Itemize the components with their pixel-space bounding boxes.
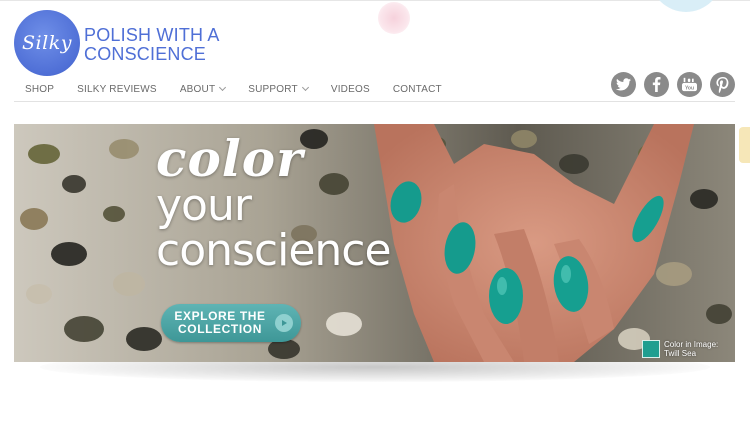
top-divider [0, 0, 750, 1]
color-swatch-caption: Color in Image: Twill Sea [642, 340, 718, 358]
cta-line-2: COLLECTION [178, 322, 262, 336]
play-icon [275, 314, 293, 332]
chevron-down-icon [301, 83, 309, 92]
social-links: You [611, 72, 735, 97]
cta-label: EXPLORE THE COLLECTION [165, 310, 275, 336]
nav-item-contact[interactable]: CONTACT [393, 84, 442, 95]
chevron-down-icon [219, 83, 227, 92]
hero-banner[interactable]: color your conscience EXPLORE THE COLLEC… [14, 124, 735, 362]
twitter-icon[interactable] [611, 72, 636, 97]
nav-item-label: SILKY REVIEWS [77, 83, 157, 95]
youtube-icon[interactable]: You [677, 72, 702, 97]
swatch-label-line-1: Color in Image: [664, 340, 719, 349]
nav-item-label: VIDEOS [330, 83, 370, 95]
facebook-icon[interactable] [644, 72, 669, 97]
side-tab[interactable] [739, 127, 750, 163]
nav-item-silky-reviews[interactable]: SILKY REVIEWS [77, 84, 157, 95]
hero-image [14, 124, 735, 362]
tagline-line-1: POLISH WITH A [84, 25, 220, 45]
tagline: POLISH WITH A CONSCIENCE [84, 26, 220, 64]
logo-text: Silky [22, 32, 72, 54]
nav-item-support[interactable]: SUPPORT [248, 83, 309, 95]
nav-item-label: SUPPORT [248, 83, 298, 95]
page: Silky POLISH WITH A CONSCIENCE SHOP SILK… [0, 0, 750, 429]
svg-text:You: You [685, 86, 694, 92]
nav-divider [14, 101, 735, 102]
nav-item-label: ABOUT [179, 83, 216, 95]
nav-item-videos[interactable]: VIDEOS [331, 84, 370, 95]
nav-item-shop[interactable]: SHOP [25, 84, 54, 95]
swatch-label-line-2: Twill Sea [664, 349, 697, 358]
nav-item-label: SHOP [25, 83, 55, 95]
swatch-label: Color in Image: Twill Sea [664, 340, 718, 358]
nav-item-label: CONTACT [392, 83, 442, 95]
main-nav: SHOP SILKY REVIEWS ABOUT SUPPORT VIDEOS … [25, 82, 465, 96]
logo[interactable]: Silky [14, 10, 80, 76]
pinterest-icon[interactable] [710, 72, 735, 97]
nav-item-about[interactable]: ABOUT [179, 83, 227, 95]
decorative-circle-blue [650, 0, 722, 12]
tagline-line-2: CONSCIENCE [84, 44, 207, 64]
explore-collection-button[interactable]: EXPLORE THE COLLECTION [161, 304, 301, 342]
decorative-circle-pink [378, 2, 410, 34]
color-swatch [642, 340, 660, 358]
